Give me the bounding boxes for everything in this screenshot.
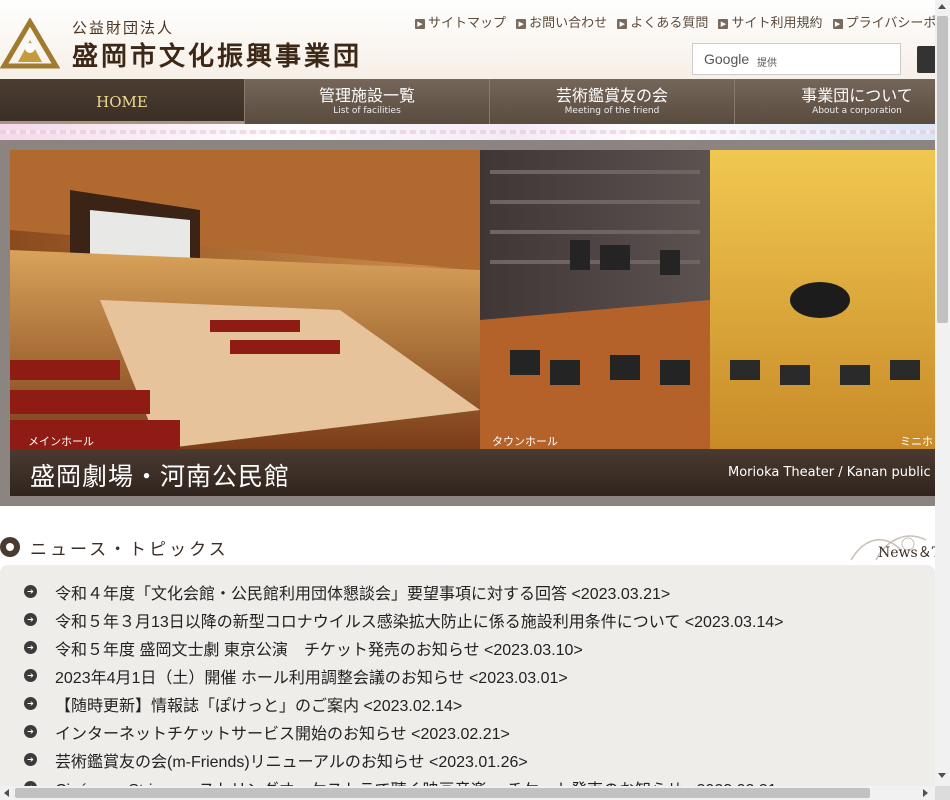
- arrow-right-icon: ▶: [832, 19, 843, 29]
- arrow-right-icon: ▶: [516, 19, 527, 29]
- arrow-right-icon: ➔: [24, 753, 37, 766]
- util-link-privacy[interactable]: ▶ プライバシーポ: [832, 12, 937, 31]
- utility-links: ▶ サイトマップ ▶ お問い合わせ ▶ よくある質問 ▶ サイト利用規約 ▶ プライバシー…: [415, 12, 942, 31]
- arrow-right-icon: ▶: [718, 19, 729, 29]
- caption-mini-hall: ミニホ: [900, 435, 933, 448]
- util-link-label: プライバシーポ: [845, 16, 937, 31]
- google-brand: Google: [704, 51, 750, 67]
- hall-photo: [10, 150, 935, 449]
- arrow-right-icon: ➔: [24, 585, 37, 598]
- site-header: 公益財団法人 盛岡市文化振興事業団 ▶ サイトマップ ▶ お問い合わせ ▶ よくある質…: [0, 0, 947, 80]
- arrow-right-icon: ▶: [415, 19, 425, 29]
- scroll-thumb[interactable]: [937, 16, 948, 323]
- nav-home[interactable]: HOME: [0, 79, 245, 124]
- news-item-text: 芸術鑑賞友の会(m-Friends)リニューアルのお知らせ <2023.01.2…: [55, 754, 528, 771]
- scroll-down-icon[interactable]: [938, 773, 946, 778]
- arrow-right-icon: ▶: [617, 19, 628, 29]
- hero-banner[interactable]: メインホール タウンホール ミニホ 盛岡劇場・河南公民館 Morioka The…: [10, 150, 935, 496]
- nav-facilities[interactable]: 管理施設一覧 List of facilities: [245, 79, 490, 124]
- news-item-text: インターネットチケットサービス開始のお知らせ <2023.02.21>: [55, 726, 510, 743]
- main-nav: HOME 管理施設一覧 List of facilities 芸術鑑賞友の会 M…: [0, 79, 950, 124]
- util-link-label: お問い合わせ: [529, 16, 608, 31]
- logo-icon[interactable]: [0, 18, 60, 70]
- decorative-strip: [0, 124, 935, 140]
- arrow-right-icon: ➔: [24, 641, 37, 654]
- scroll-thumb[interactable]: [15, 788, 870, 798]
- news-item-text: 令和５年３月13日以降の新型コロナウイルス感染拡大防止に係る施設利用条件について…: [55, 614, 784, 631]
- news-heading: ニュース・トピックス News＆T: [0, 530, 941, 564]
- nav-friends[interactable]: 芸術鑑賞友の会 Meeting of the friend: [490, 79, 735, 124]
- news-list: ➔ 令和４年度「文化会館・公民館利用団体懇談会」要望事項に対する回答 <2023.…: [0, 565, 935, 800]
- nav-about[interactable]: 事業団について About a corporation: [735, 79, 950, 124]
- banner-frame: メインホール タウンホール ミニホ 盛岡劇場・河南公民館 Morioka The…: [0, 140, 935, 506]
- arrow-right-icon: ➔: [24, 697, 37, 710]
- org-name[interactable]: 盛岡市文化振興事業団: [72, 36, 362, 73]
- horizontal-scrollbar[interactable]: [0, 786, 935, 800]
- search-input[interactable]: Google 提供: [692, 43, 901, 75]
- circle-bullet-icon: [0, 537, 20, 557]
- nav-label: 芸術鑑賞友の会: [555, 86, 668, 105]
- arrow-right-icon: ➔: [24, 613, 37, 626]
- util-link-sitemap[interactable]: ▶ サイトマップ: [415, 12, 506, 31]
- search-provided-label: 提供: [757, 58, 777, 69]
- scrollbar-corner: [935, 786, 950, 800]
- banner-title-bar: 盛岡劇場・河南公民館 Morioka Theater / Kanan publi…: [10, 449, 935, 496]
- nav-label: 事業団について: [801, 86, 913, 105]
- nav-label: 管理施設一覧: [318, 86, 415, 105]
- util-link-label: サイトマップ: [428, 16, 507, 31]
- nav-label: HOME: [96, 93, 148, 111]
- news-item-text: 【随時更新】情報誌「ぽけっと」のご案内 <2023.02.14>: [55, 698, 463, 715]
- banner-title-en: Morioka Theater / Kanan public h: [728, 465, 935, 480]
- scroll-left-icon[interactable]: [4, 789, 9, 797]
- util-link-contact[interactable]: ▶ お問い合わせ: [516, 12, 607, 31]
- scroll-right-icon[interactable]: [923, 789, 928, 797]
- nav-sub-label: Meeting of the friend: [564, 106, 660, 116]
- util-link-terms[interactable]: ▶ サイト利用規約: [718, 12, 822, 31]
- caption-main-hall: メインホール: [28, 435, 94, 448]
- arrow-right-icon: ➔: [24, 725, 37, 738]
- news-item-text: 令和５年度 盛岡文士劇 東京公演 チケット発売のお知らせ <2023.03.10…: [55, 642, 583, 659]
- org-type: 公益財団法人: [72, 19, 175, 37]
- caption-town-hall: タウンホール: [492, 435, 558, 448]
- banner-title: 盛岡劇場・河南公民館: [30, 462, 291, 491]
- news-title: ニュース・トピックス: [30, 540, 229, 560]
- nav-sub-label: About a corporation: [812, 106, 902, 116]
- util-link-faq[interactable]: ▶ よくある質問: [617, 12, 708, 31]
- arrow-right-icon: ➔: [24, 669, 37, 682]
- util-link-label: サイト利用規約: [731, 16, 823, 31]
- util-link-label: よくある質問: [630, 16, 709, 31]
- vertical-scrollbar[interactable]: [935, 0, 950, 786]
- news-title-en: News＆T: [878, 545, 942, 561]
- news-item-text: 2023年4月1日（土）開催 ホール利用調整会議のお知らせ <2023.03.0…: [55, 670, 568, 687]
- nav-sub-label: List of facilities: [333, 106, 401, 116]
- scroll-up-icon[interactable]: [938, 4, 946, 9]
- news-item-text: 令和４年度「文化会館・公民館利用団体懇談会」要望事項に対する回答 <2023.0…: [55, 586, 671, 603]
